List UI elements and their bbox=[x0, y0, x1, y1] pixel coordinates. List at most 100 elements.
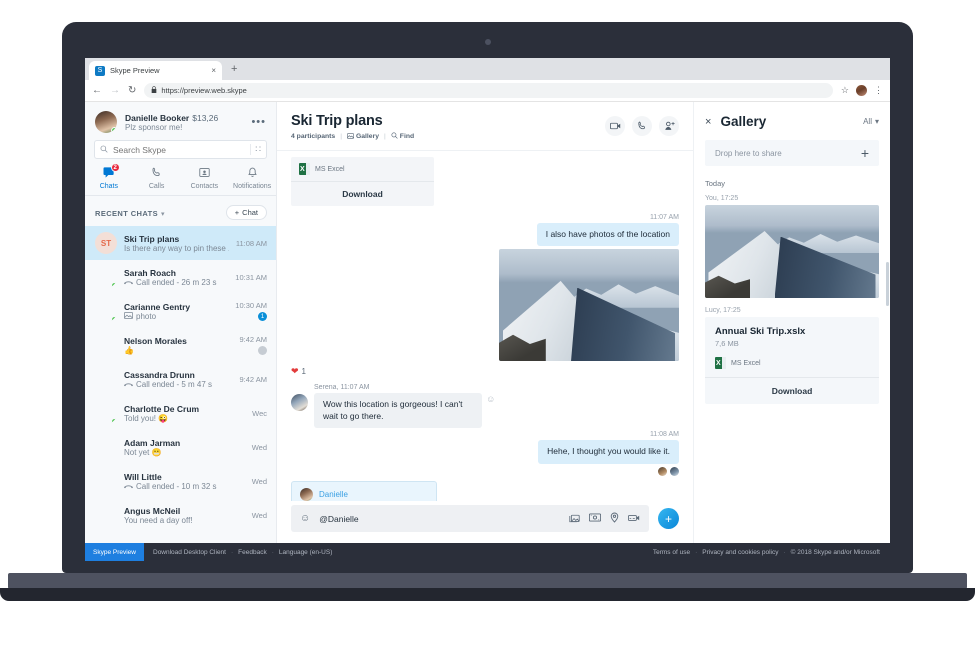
gallery-icon bbox=[346, 132, 354, 141]
message-composer[interactable]: ☺ bbox=[291, 505, 649, 532]
gallery-dropzone-label: Drop here to share bbox=[715, 148, 782, 158]
list-item[interactable]: Angus McNeil You need a day off! Wed bbox=[85, 498, 276, 532]
gallery-title: Gallery bbox=[720, 114, 767, 129]
list-item-right: Wec bbox=[252, 409, 267, 418]
contact-card-icon bbox=[199, 167, 210, 181]
reload-icon[interactable]: ↻ bbox=[128, 85, 136, 96]
search-input[interactable] bbox=[113, 144, 246, 155]
message-bubble[interactable]: Wow this location is gorgeous! I can't w… bbox=[314, 393, 483, 429]
gallery-dropzone[interactable]: Drop here to share + bbox=[705, 140, 879, 166]
avatar[interactable] bbox=[856, 85, 867, 96]
footer-link-download[interactable]: Download Desktop Client bbox=[153, 549, 226, 556]
sidebar-item-chats[interactable]: 2 Chats bbox=[85, 163, 133, 190]
download-button[interactable]: Download bbox=[291, 181, 434, 206]
add-reaction-icon[interactable]: ☺ bbox=[486, 394, 495, 404]
list-item-snippet-text: Call ended - 26 m 23 s bbox=[136, 277, 217, 287]
list-item-main: Sarah Roach Call ended - 26 m 23 s bbox=[124, 268, 228, 287]
sidebar-item-contacts[interactable]: Contacts bbox=[181, 167, 229, 190]
send-image-icon[interactable] bbox=[569, 513, 580, 525]
message-sender-meta: Serena, 11:07 AM bbox=[314, 384, 370, 392]
audio-call-button[interactable] bbox=[632, 116, 652, 136]
avatar bbox=[95, 504, 117, 526]
avatar bbox=[300, 487, 313, 501]
gallery-photo[interactable] bbox=[705, 205, 879, 298]
list-item[interactable]: Nelson Morales 👍 9:42 AM bbox=[85, 328, 276, 362]
gallery-file-body: Annual Ski Trip.xslx 7,6 MB MS Excel bbox=[705, 317, 879, 377]
recent-chats-toggle[interactable]: RECENT CHATS ▾ bbox=[95, 203, 165, 221]
list-item-snippet: Call ended - 26 m 23 s bbox=[124, 278, 228, 287]
plus-icon[interactable]: + bbox=[861, 146, 869, 160]
list-item-snippet: 👍 bbox=[124, 346, 232, 355]
recent-chats-label: RECENT CHATS bbox=[95, 209, 158, 218]
list-item-snippet: Not yet 😬 bbox=[124, 448, 245, 457]
list-item[interactable]: MJ Price Tue bbox=[85, 532, 276, 543]
send-video-message-icon[interactable] bbox=[627, 514, 640, 524]
message-list[interactable]: MS Excel Download 11:07 AM I also have p… bbox=[277, 151, 693, 501]
photo-message[interactable] bbox=[499, 249, 679, 362]
send-money-icon[interactable] bbox=[588, 513, 602, 524]
emoji-picker-icon[interactable]: ☺ bbox=[300, 513, 310, 524]
new-tab-button[interactable]: + bbox=[231, 64, 237, 75]
avatar bbox=[95, 402, 117, 424]
bookmark-star-icon[interactable]: ☆ bbox=[841, 85, 849, 96]
gallery-filter-label: All bbox=[863, 117, 872, 126]
list-item[interactable]: Adam Jarman Not yet 😬 Wed bbox=[85, 430, 276, 464]
reaction-badge[interactable]: ❤ 1 bbox=[291, 366, 306, 377]
gallery-file-name: Annual Ski Trip.xslx bbox=[715, 326, 806, 337]
incoming-bubble-wrap: Wow this location is gorgeous! I can't w… bbox=[314, 393, 547, 429]
message-bubble[interactable]: I also have photos of the location bbox=[536, 223, 679, 247]
file-attachment-card[interactable]: MS Excel Download bbox=[291, 157, 434, 206]
list-item[interactable]: Cassandra Drunn Call ended - 5 m 47 s 9:… bbox=[85, 362, 276, 396]
footer-link-language[interactable]: Language (en-US) bbox=[279, 549, 332, 556]
new-chat-button[interactable]: + Chat bbox=[225, 204, 267, 220]
close-icon[interactable]: × bbox=[211, 66, 216, 75]
list-item-snippet-text: Not yet 😬 bbox=[124, 447, 162, 457]
search-box[interactable]: ∷ bbox=[94, 140, 267, 159]
gallery-link[interactable]: Gallery bbox=[346, 132, 379, 141]
list-item-right: Wed bbox=[252, 443, 267, 452]
presence-indicator bbox=[111, 127, 117, 133]
back-icon[interactable]: ← bbox=[92, 85, 102, 96]
footer-link-feedback[interactable]: Feedback bbox=[238, 549, 267, 556]
gallery-filter-dropdown[interactable]: All ▾ bbox=[863, 117, 879, 126]
more-options-icon[interactable]: ••• bbox=[251, 117, 266, 127]
footer-link-terms[interactable]: Terms of use bbox=[653, 549, 690, 556]
list-item-title: Charlotte De Crum bbox=[124, 403, 200, 414]
list-item[interactable]: Will Little Call ended - 10 m 32 s Wed bbox=[85, 464, 276, 498]
find-link[interactable]: Find bbox=[391, 132, 414, 141]
sidebar-item-notifications[interactable]: Notifications bbox=[228, 167, 276, 190]
sidebar-item-calls[interactable]: Calls bbox=[133, 167, 181, 190]
gallery-day-label: Today bbox=[705, 179, 726, 188]
send-options-button[interactable]: + bbox=[658, 508, 679, 529]
footer-link-privacy[interactable]: Privacy and cookies policy bbox=[702, 549, 778, 556]
list-item-time: 9:42 AM bbox=[239, 335, 267, 344]
mention-suggestion-popup[interactable]: Danielle bbox=[291, 480, 437, 501]
avatar[interactable] bbox=[95, 111, 117, 133]
add-person-button[interactable] bbox=[659, 116, 679, 136]
list-item-right: 9:42 AM bbox=[239, 375, 267, 384]
browser-menu-icon[interactable]: ⋮ bbox=[874, 86, 883, 95]
message-bubble[interactable]: Hehe, I thought you would like it. bbox=[538, 440, 679, 464]
browser-tab[interactable]: S Skype Preview × bbox=[89, 61, 222, 80]
message-input[interactable] bbox=[319, 513, 560, 524]
list-item[interactable]: Charlotte De Crum Told you! 😜 Wec bbox=[85, 396, 276, 430]
list-item-title: Nelson Morales bbox=[124, 335, 187, 346]
forward-icon[interactable]: → bbox=[110, 85, 120, 96]
current-user-row[interactable]: Danielle Booker $13,26 Plz sponsor me! ••… bbox=[85, 102, 276, 140]
chat-list[interactable]: ST Ski Trip plans Is there any way to pi… bbox=[85, 226, 889, 543]
video-call-button[interactable] bbox=[605, 116, 625, 136]
omnibox[interactable]: https://preview.web.skype bbox=[144, 83, 833, 98]
list-item[interactable]: Carianne Gentry photo 10:30 AM 1 bbox=[85, 294, 276, 328]
gallery-file-card[interactable]: Annual Ski Trip.xslx 7,6 MB MS Excel Dow… bbox=[705, 317, 879, 404]
download-button[interactable]: Download bbox=[705, 377, 879, 404]
close-icon[interactable]: × bbox=[705, 116, 711, 128]
list-item[interactable]: Sarah Roach Call ended - 26 m 23 s 10:31… bbox=[85, 260, 276, 294]
list-item[interactable]: ST Ski Trip plans Is there any way to pi… bbox=[85, 226, 276, 260]
send-location-icon[interactable] bbox=[610, 512, 619, 525]
sidebar-nav-tabs: 2 Chats Calls Contacts Notifications bbox=[85, 163, 276, 196]
current-user-name-text: Danielle Booker bbox=[125, 112, 190, 123]
dialpad-icon[interactable]: ∷ bbox=[250, 144, 261, 155]
list-item-main: Charlotte De Crum Told you! 😜 bbox=[124, 404, 245, 423]
gallery-file-app-label: MS Excel bbox=[731, 359, 761, 367]
browser-tab-title: Skype Preview bbox=[110, 66, 160, 75]
